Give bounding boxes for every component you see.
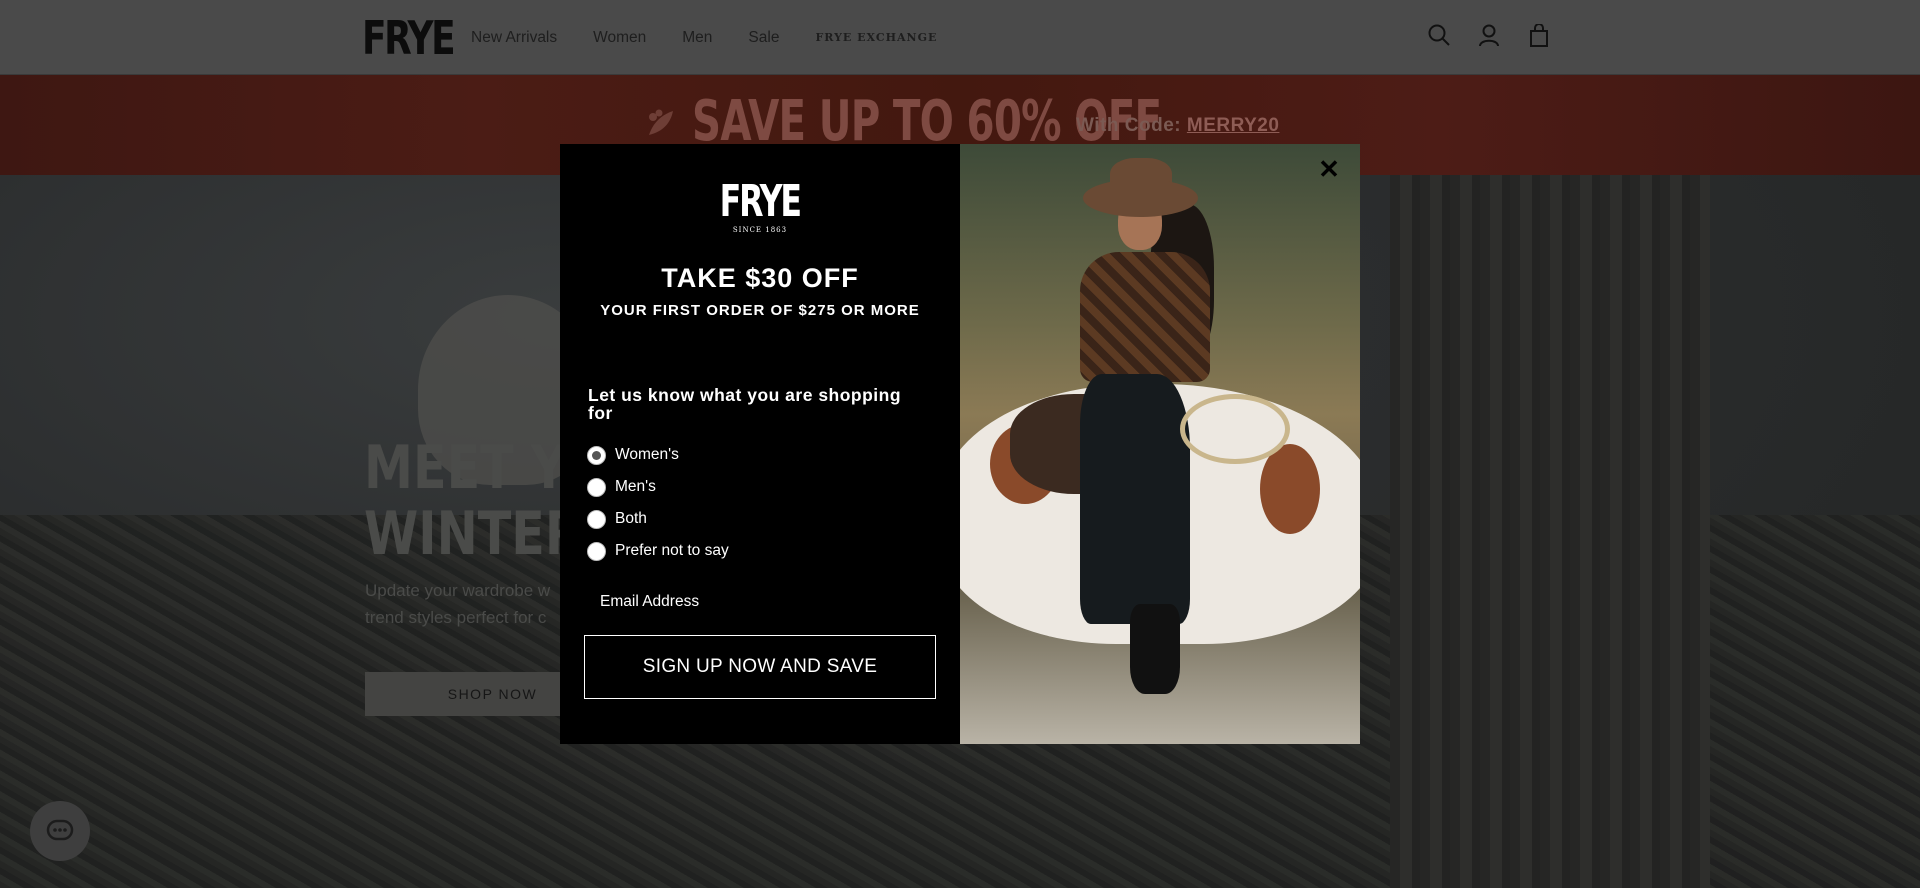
- shopping-preference-question: Let us know what you are shopping for: [588, 385, 902, 423]
- email-field[interactable]: [584, 580, 936, 624]
- radio-label: Both: [615, 510, 647, 527]
- signup-modal: FRYE SINCE 1863 TAKE $30 OFF YOUR FIRST …: [560, 144, 1360, 744]
- image-hat-brim: [1083, 179, 1198, 217]
- image-rope-shape: [1180, 394, 1290, 464]
- image-chaps-shape: [1080, 374, 1190, 624]
- chat-launcher-button[interactable]: [30, 801, 90, 861]
- radio-button[interactable]: [587, 541, 606, 561]
- modal-logo-word: FRYE: [719, 176, 802, 227]
- chat-icon: [46, 819, 74, 841]
- close-icon[interactable]: ✕: [1316, 156, 1342, 182]
- modal-logo: FRYE SINCE 1863: [560, 176, 960, 235]
- radio-option-both[interactable]: Both: [587, 503, 729, 535]
- radio-option-prefer-not[interactable]: Prefer not to say: [587, 535, 729, 567]
- radio-label: Prefer not to say: [615, 542, 729, 559]
- offer-headline: TAKE $30 OFF: [661, 263, 859, 293]
- image-shirt-shape: [1080, 252, 1210, 382]
- modal-promo-image: [960, 144, 1360, 744]
- signup-form-panel: FRYE SINCE 1863 TAKE $30 OFF YOUR FIRST …: [560, 144, 960, 744]
- radio-label: Men's: [615, 478, 656, 495]
- image-boot-shape: [1130, 604, 1180, 694]
- radio-option-mens[interactable]: Men's: [587, 471, 729, 503]
- radio-button[interactable]: [587, 445, 606, 465]
- modal-logo-since: SINCE 1863: [732, 226, 788, 234]
- radio-button[interactable]: [587, 509, 606, 529]
- radio-label: Women's: [615, 446, 679, 463]
- radio-option-womens[interactable]: Women's: [587, 439, 729, 471]
- signup-submit-button[interactable]: SIGN UP NOW AND SAVE: [584, 635, 936, 699]
- radio-button[interactable]: [587, 477, 606, 497]
- offer-subheadline: YOUR FIRST ORDER OF $275 OR MORE: [600, 302, 920, 319]
- shopping-preference-group: Women's Men's Both Prefer not to say: [587, 439, 729, 567]
- image-horse-spot: [1260, 444, 1320, 534]
